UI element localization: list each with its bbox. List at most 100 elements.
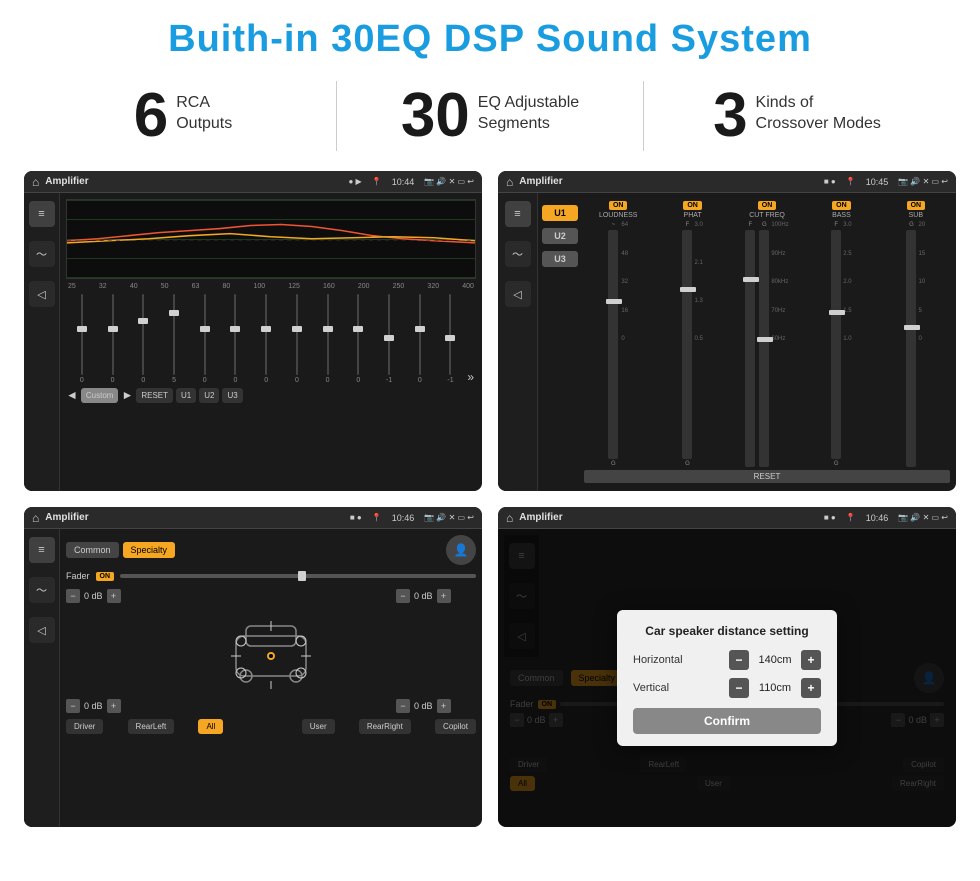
eq-val: 0: [326, 377, 330, 384]
eq-slider-10[interactable]: -1: [375, 294, 403, 384]
vertical-minus-btn[interactable]: −: [729, 678, 749, 698]
eq-reset-btn[interactable]: RESET: [136, 388, 173, 403]
cutfreq-slider1[interactable]: F: [745, 222, 755, 467]
pos-driver[interactable]: Driver: [66, 719, 103, 734]
eq-track: [327, 294, 329, 375]
spk-plus-btn-rt[interactable]: +: [437, 589, 451, 603]
pos-rearleft[interactable]: RearLeft: [128, 719, 175, 734]
fader-row: Fader ON: [66, 571, 476, 581]
confirm-button[interactable]: Confirm: [633, 708, 821, 734]
eq-slider-7[interactable]: 0: [283, 294, 311, 384]
pos-user[interactable]: User: [302, 719, 335, 734]
sidebar-eq-btn-3[interactable]: ≡: [29, 537, 55, 563]
phat-on[interactable]: ON: [683, 201, 702, 210]
bass-slider[interactable]: F G: [831, 222, 841, 467]
spk-plus-lb[interactable]: +: [107, 699, 121, 713]
eq-u3-btn[interactable]: U3: [222, 388, 242, 403]
screen2-time: 10:45: [866, 177, 889, 187]
eq-slider-1[interactable]: 0: [99, 294, 127, 384]
freq-label: 32: [99, 283, 107, 290]
cutfreq-slider2[interactable]: G: [759, 222, 769, 467]
fader-slider[interactable]: [120, 574, 476, 578]
eq-val: 0: [295, 377, 299, 384]
home-icon[interactable]: ⌂: [32, 175, 39, 189]
sub-slider[interactable]: G: [906, 222, 916, 467]
bass-on[interactable]: ON: [832, 201, 851, 210]
eq-thumb: [108, 326, 118, 332]
home-icon-3[interactable]: ⌂: [32, 511, 39, 525]
tab-specialty[interactable]: Specialty: [123, 542, 176, 558]
vertical-plus-btn[interactable]: +: [801, 678, 821, 698]
spk-plus-rb[interactable]: +: [437, 699, 451, 713]
eq-val: 0: [141, 377, 145, 384]
sidebar-eq-btn[interactable]: ≡: [29, 201, 55, 227]
fader-on-badge[interactable]: ON: [96, 572, 115, 581]
spk-minus-rb[interactable]: −: [396, 699, 410, 713]
freq-label: 320: [427, 283, 439, 290]
horizontal-plus-btn[interactable]: +: [801, 650, 821, 670]
sidebar-wave-btn-2[interactable]: 〜: [505, 241, 531, 267]
home-icon-4[interactable]: ⌂: [506, 511, 513, 525]
home-icon-2[interactable]: ⌂: [506, 175, 513, 189]
position-buttons: Driver RearLeft All User RearRight Copil…: [66, 719, 476, 734]
spk-plus-btn[interactable]: +: [107, 589, 121, 603]
eq-slider-6[interactable]: 0: [252, 294, 280, 384]
phat-label: PHAT: [684, 212, 702, 219]
sidebar-eq-btn-2[interactable]: ≡: [505, 201, 531, 227]
spk-left-top: − 0 dB +: [66, 589, 146, 603]
eq-slider-3[interactable]: 5: [160, 294, 188, 384]
horizontal-minus-btn[interactable]: −: [729, 650, 749, 670]
screen1-body: ≡ 〜 ◁: [24, 193, 482, 491]
pos-rearright[interactable]: RearRight: [359, 719, 411, 734]
sidebar-speaker-btn-3[interactable]: ◁: [29, 617, 55, 643]
play-next-btn[interactable]: ►: [121, 388, 133, 403]
amp-channels-area: ON LOUDNESS ~ G: [582, 197, 952, 487]
eq-slider-11[interactable]: 0: [406, 294, 434, 384]
eq-preset-custom[interactable]: Custom: [81, 388, 119, 403]
eq-u1-btn[interactable]: U1: [176, 388, 196, 403]
loudness-slider-1[interactable]: ~ G: [608, 222, 618, 467]
eq-slider-12[interactable]: -1: [437, 294, 465, 384]
eq-thumb: [292, 326, 302, 332]
eq-expand-btn[interactable]: »: [467, 370, 474, 384]
eq-main: 25 32 40 50 63 80 100 125 160 200 250 32…: [60, 193, 482, 491]
pos-all[interactable]: All: [198, 719, 223, 734]
eq-track: [81, 294, 83, 375]
pos-copilot[interactable]: Copilot: [435, 719, 476, 734]
eq-u2-btn[interactable]: U2: [199, 388, 219, 403]
amp-preset-u2[interactable]: U2: [542, 228, 578, 244]
sidebar-wave-btn-3[interactable]: 〜: [29, 577, 55, 603]
eq-thumb: [169, 310, 179, 316]
phat-slider[interactable]: F G: [682, 222, 692, 467]
sub-thumb: [904, 325, 920, 330]
freq-label: 250: [393, 283, 405, 290]
amp-reset-btn[interactable]: RESET: [584, 470, 950, 483]
sidebar-speaker-btn[interactable]: ◁: [29, 281, 55, 307]
sidebar-speaker-btn-2[interactable]: ◁: [505, 281, 531, 307]
eq-val: 0: [234, 377, 238, 384]
eq-val: -1: [386, 377, 392, 384]
loudness-on[interactable]: ON: [609, 201, 628, 210]
spk-minus-btn[interactable]: −: [66, 589, 80, 603]
eq-slider-8[interactable]: 0: [314, 294, 342, 384]
eq-slider-2[interactable]: 0: [129, 294, 157, 384]
stat-eq-label: EQ AdjustableSegments: [478, 85, 579, 135]
eq-slider-9[interactable]: 0: [344, 294, 372, 384]
sidebar-wave-btn[interactable]: 〜: [29, 241, 55, 267]
screen1-status-icons: 📷 🔊 ✕ ▭ ↩: [424, 177, 474, 186]
eq-slider-0[interactable]: 0: [68, 294, 96, 384]
eq-slider-4[interactable]: 0: [191, 294, 219, 384]
cutfreq-on[interactable]: ON: [758, 201, 777, 210]
play-prev-btn[interactable]: ◄: [66, 388, 78, 403]
eq-slider-5[interactable]: 0: [222, 294, 250, 384]
amp-preset-u1[interactable]: U1: [542, 205, 578, 221]
spk-minus-lb[interactable]: −: [66, 699, 80, 713]
screen-dialog: ⌂ Amplifier ■ ● 📍 10:46 📷 🔊 ✕ ▭ ↩ ≡ 〜 ◁: [498, 507, 956, 827]
sub-on[interactable]: ON: [907, 201, 926, 210]
amp-preset-u3[interactable]: U3: [542, 251, 578, 267]
eq-track: [112, 294, 114, 375]
tab-common[interactable]: Common: [66, 542, 119, 558]
settings-icon-btn[interactable]: 👤: [446, 535, 476, 565]
loudness-label: LOUDNESS: [599, 212, 638, 219]
spk-minus-btn-rt[interactable]: −: [396, 589, 410, 603]
